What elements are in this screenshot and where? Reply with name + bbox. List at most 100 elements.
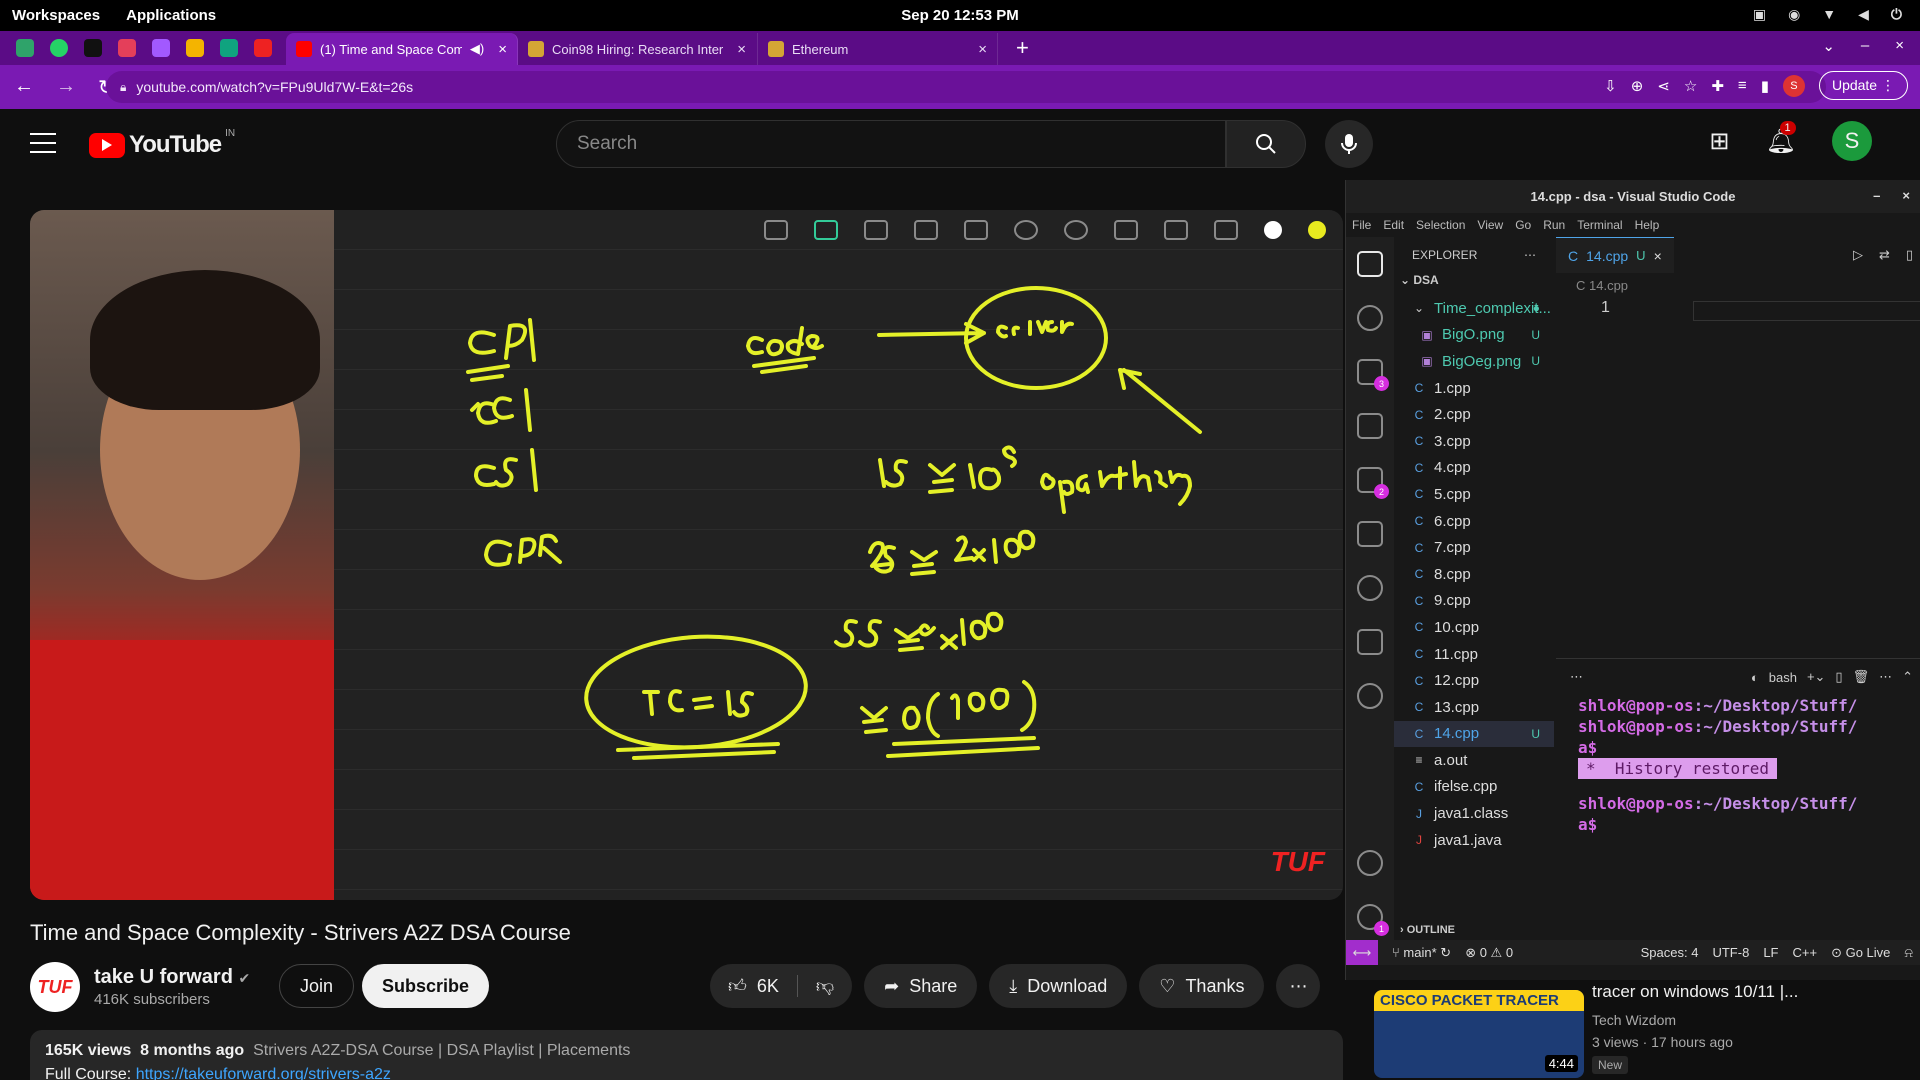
close-tab-icon[interactable]: × [1654,248,1662,264]
terminal-output[interactable]: shlok@pop-os:~/Desktop/Stuff/shlok@pop-o… [1556,695,1920,835]
file-item[interactable]: C 11.cpp [1394,641,1554,668]
file-item[interactable]: Jjava1.java [1394,827,1554,854]
file-item[interactable]: ≡ a.out [1394,747,1554,774]
power-icon[interactable]: ⏻ [1891,6,1902,23]
pinned-app-icon[interactable] [118,39,136,57]
file-item[interactable]: C 8.cpp [1394,561,1554,588]
menu-help[interactable]: Help [1635,218,1660,232]
file-item[interactable]: C 14.cpp U [1394,720,1554,748]
side-panel-icon[interactable]: ▮ [1761,77,1769,95]
address-bar[interactable]: 🔒︎ youtube.com/watch?v=FPu9Uld7W-E&t=26s [106,71,1826,103]
chrome-tray-icon[interactable]: ◉ [1788,6,1800,23]
eol-status[interactable]: LF [1763,945,1778,960]
minimize-icon[interactable]: – [1861,37,1869,55]
pinned-red-icon[interactable] [254,39,272,57]
system-tray[interactable]: ▣ ◉ ▼ ◀ ⏻ [1753,6,1902,23]
profile-avatar[interactable]: S [1782,74,1805,97]
file-item[interactable]: C 6.cpp [1394,508,1554,535]
figma-icon[interactable] [152,39,170,57]
workspace-folder[interactable]: ⌄ DSA [1394,273,1554,295]
tab-youtube[interactable]: (1) Time and Space Compl ◀) × [286,33,518,65]
bookmark-star-icon[interactable]: ☆ [1684,77,1697,95]
github-icon[interactable] [1357,575,1383,601]
clock[interactable]: Sep 20 12:53 PM [0,7,1920,24]
voice-search-button[interactable] [1325,120,1373,168]
run-debug-icon[interactable] [1357,413,1383,439]
file-item[interactable]: C 9.cpp [1394,588,1554,615]
file-item[interactable]: C 3.cpp [1394,428,1554,455]
file-item[interactable]: C 5.cpp [1394,481,1554,508]
run-icon[interactable]: ▷ [1853,247,1863,263]
timeline-icon[interactable] [1357,683,1383,709]
panel-more-icon[interactable]: ⋯ [1570,669,1583,685]
video-thumbnail[interactable]: CISCO PACKET TRACER 4:44 [1374,990,1584,1078]
keep-icon[interactable] [186,39,204,57]
menu-go[interactable]: Go [1515,218,1531,232]
split-terminal-icon[interactable]: ▯ [1835,669,1842,685]
explorer-icon[interactable] [1357,251,1383,277]
menu-file[interactable]: File [1352,218,1371,232]
tab-search-icon[interactable]: ⌄ [1822,37,1835,55]
file-item[interactable]: Cifelse.cpp [1394,774,1554,801]
branch-indicator[interactable]: ⑂ main* ↻ [1392,945,1451,961]
join-button[interactable]: Join [279,964,355,1008]
volume-icon[interactable]: ◀ [1858,6,1869,23]
indentation-status[interactable]: Spaces: 4 [1641,945,1699,960]
minimize-icon[interactable]: – [1873,188,1880,203]
close-window-icon[interactable]: × [1895,37,1904,55]
menu-edit[interactable]: Edit [1383,218,1404,232]
recommended-channel[interactable]: Tech Wizdom [1592,1012,1676,1028]
lock-icon[interactable]: 🔒︎ [120,80,126,95]
search-input[interactable]: Search [556,120,1226,168]
file-item[interactable]: C 13.cpp [1394,694,1554,721]
share-button[interactable]: ➦ Share [864,964,978,1008]
account-avatar[interactable]: S [1832,121,1872,161]
applications-button[interactable]: Applications [126,7,216,24]
problems-indicator[interactable]: ⊗ 0 ⚠ 0 [1465,945,1513,961]
compare-icon[interactable]: ⇄ [1879,247,1890,263]
file-item[interactable]: ⌄ Time_complexit... ● [1394,295,1554,322]
extensions-icon[interactable]: 2 [1357,467,1389,499]
file-item[interactable]: C 2.cpp [1394,401,1554,428]
recommended-video[interactable]: CISCO PACKET TRACER 4:44 tracer on windo… [1374,980,1920,1080]
youtube-logo[interactable]: YouTube IN [89,128,235,159]
encoding-status[interactable]: UTF-8 [1712,945,1749,960]
download-button[interactable]: ⤓ Download [989,964,1128,1008]
full-course-link[interactable]: https://takeuforward.org/strivers-a2z [136,1066,391,1080]
menu-selection[interactable]: Selection [1416,218,1465,232]
create-video-icon[interactable]: ⊞ [1709,127,1729,156]
screen-share-icon[interactable]: ▣ [1753,6,1766,23]
zoom-icon[interactable]: ⊕ [1631,77,1644,95]
accounts-icon[interactable] [1357,850,1383,876]
more-actions-button[interactable]: ⋯ [1276,964,1321,1008]
new-terminal-icon[interactable]: +⌄ [1807,669,1825,685]
description-tags[interactable]: Strivers A2Z-DSA Course | DSA Playlist |… [253,1042,630,1059]
editor-tab-14cpp[interactable]: C 14.cpp U × [1556,237,1674,273]
file-item[interactable]: C 10.cpp [1394,614,1554,641]
split-editor-icon[interactable]: ▯ [1906,247,1913,263]
menu-run[interactable]: Run [1543,218,1565,232]
subscribe-button[interactable]: Subscribe [362,964,490,1008]
pinned-tab-icon[interactable] [16,39,34,57]
remote-indicator-icon[interactable]: ⟷ [1346,940,1378,965]
search-icon[interactable] [1357,305,1383,331]
video-player[interactable]: TUF [30,210,1343,900]
menu-icon[interactable] [30,133,56,153]
close-tab-icon[interactable]: × [737,41,746,58]
workspaces-button[interactable]: Workspaces [12,7,100,24]
close-tab-icon[interactable]: × [978,41,987,58]
file-item[interactable]: Jjava1.class [1394,800,1554,827]
search-button[interactable] [1226,120,1306,168]
outline-section[interactable]: › OUTLINE [1400,924,1455,936]
extensions-icon[interactable]: ✚ [1711,77,1724,95]
chatgpt-icon[interactable] [220,39,238,57]
language-status[interactable]: C++ [1792,945,1817,960]
close-icon[interactable]: × [1902,188,1910,203]
breadcrumb[interactable]: C 14.cpp [1576,278,1628,293]
menu-terminal[interactable]: Terminal [1577,218,1622,232]
forward-icon[interactable]: → [56,75,76,100]
description-box[interactable]: 165K views 8 months ago Strivers A2Z-DSA… [30,1030,1343,1080]
code-editor[interactable] [1693,301,1920,321]
back-icon[interactable]: ← [14,75,34,100]
docker-icon[interactable] [1357,629,1383,655]
